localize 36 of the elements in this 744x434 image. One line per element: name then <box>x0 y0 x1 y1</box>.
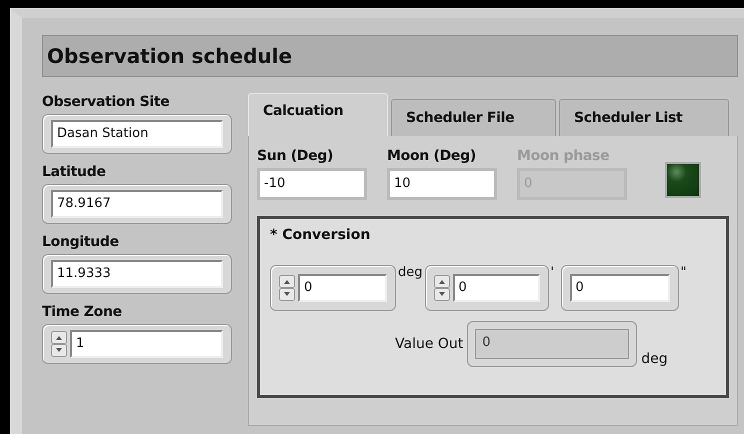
unit-label: ' <box>550 265 556 280</box>
input-field[interactable]: Dasan Station <box>42 114 232 154</box>
field-value: 11.9333 <box>51 260 223 288</box>
numeric-field[interactable]: 0 <box>424 265 549 311</box>
field-label: Latitude <box>42 164 107 180</box>
unit-label: deg <box>398 265 423 280</box>
field-label: Sun (Deg) <box>257 148 334 164</box>
tab[interactable]: Scheduler File <box>391 99 556 136</box>
field-value: 1 <box>70 330 223 358</box>
input-field[interactable]: 11.9333 <box>42 254 232 294</box>
input-field[interactable]: 78.9167 <box>42 184 232 224</box>
field-value: 0 <box>570 274 670 302</box>
field-value: 0 <box>298 274 387 302</box>
field-label: Time Zone <box>42 304 123 320</box>
unit-label: deg <box>641 351 668 367</box>
tab[interactable]: Calcuation <box>248 93 388 136</box>
field-label: Moon (Deg) <box>387 148 477 164</box>
window-title: Observation schedule <box>42 35 738 77</box>
input-field[interactable]: -10 <box>257 168 367 200</box>
spinner-arrows-icon[interactable] <box>434 275 450 301</box>
field-label: Observation Site <box>42 94 170 110</box>
field-value: 78.9167 <box>51 190 223 218</box>
spinner-arrows-icon[interactable] <box>279 275 295 301</box>
numeric-field[interactable]: 1 <box>42 324 232 364</box>
unit-label: " <box>680 265 688 280</box>
field-value: Dasan Station <box>51 120 223 148</box>
input-field[interactable]: 10 <box>387 168 497 200</box>
input-field[interactable]: 0 <box>560 265 679 311</box>
field-label: Longitude <box>42 234 120 250</box>
spinner-arrows-icon[interactable] <box>51 331 67 357</box>
section-title: * Conversion <box>270 227 372 243</box>
tab[interactable]: Scheduler List <box>559 99 729 136</box>
field-label: Value Out <box>395 336 464 352</box>
numeric-field[interactable]: 0 <box>270 265 396 311</box>
output-field: 0 <box>467 321 638 367</box>
field-value: 0 <box>452 274 540 302</box>
